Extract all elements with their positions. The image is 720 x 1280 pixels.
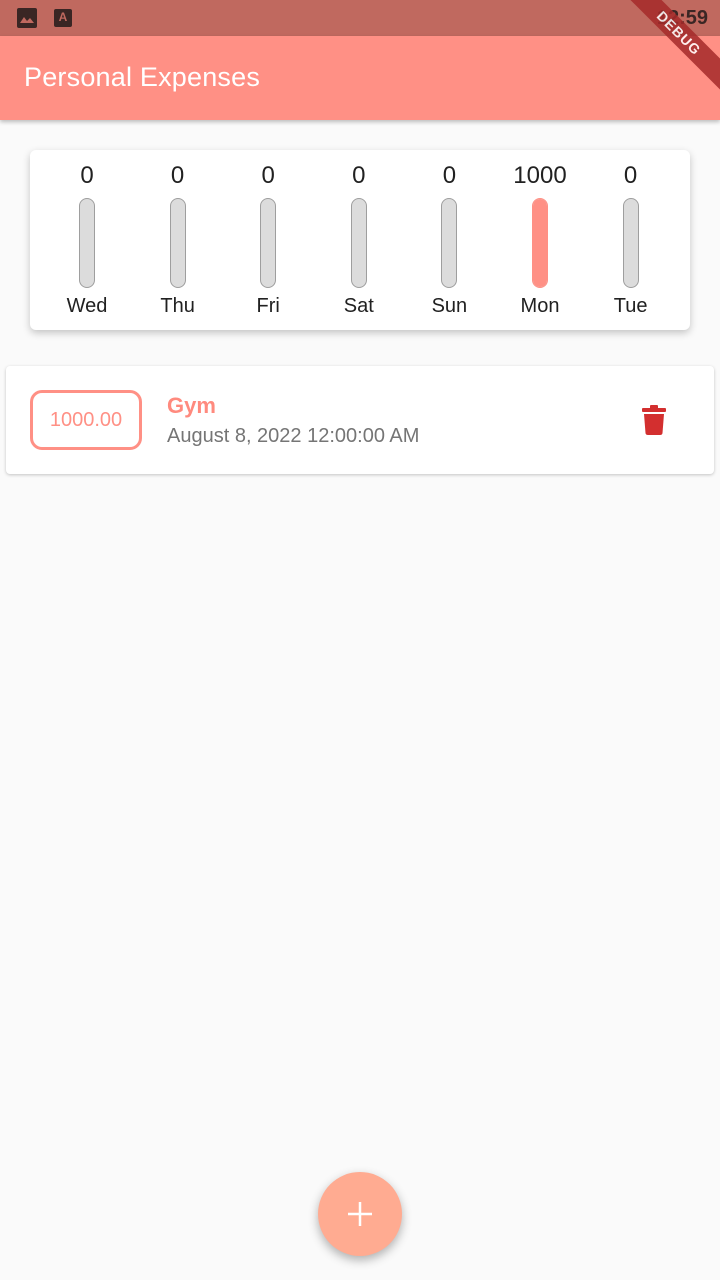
chart-bar-track: [350, 198, 367, 288]
chart-bar-track: [532, 198, 548, 288]
chart-bar-column-mon: 1000 Mon: [495, 150, 585, 330]
chart-bar-amount: 0: [170, 162, 185, 189]
status-bar: A 12:59: [0, 0, 720, 36]
chart-bar-track: [441, 198, 458, 288]
chart-bar-day-label: Mon: [520, 295, 560, 317]
chart-bar-track: [79, 198, 95, 288]
page-title: Personal Expenses: [24, 62, 261, 92]
weekly-chart-card: 0 Wed 0 Thu 0 Fri 0 Sat 0 Sun 1000 Mon 0 Tue: [30, 150, 690, 330]
chart-bar-column-thu: 0 Thu: [133, 150, 223, 330]
chart-bar-day-label: Sat: [343, 295, 374, 317]
chart-bar-day-label: Fri: [256, 295, 280, 317]
chart-bar-column-fri: 0 Fri: [223, 150, 313, 330]
chart-bar-day-label: Wed: [66, 295, 108, 317]
chart-bar-amount: 0: [80, 162, 94, 189]
chart-bar-track: [169, 198, 186, 288]
transaction-amount-badge: 1000.00: [30, 390, 142, 450]
chart-bars: 0 Wed 0 Thu 0 Fri 0 Sat 0 Sun 1000 Mon 0 Tue: [30, 150, 690, 330]
chart-bar-day-label: Thu: [160, 295, 195, 317]
transaction-title: Gym: [167, 393, 216, 418]
chart-bar-amount: 1000: [513, 162, 567, 189]
chart-bar-fill: [533, 199, 547, 287]
app-bar: Personal Expenses: [0, 36, 720, 120]
chart-bar-column-sun: 0 Sun: [404, 150, 494, 330]
font-icon: A: [54, 9, 72, 27]
chart-bar-track: [260, 198, 277, 288]
add-icon: [348, 1202, 372, 1226]
transaction-item: 1000.00 Gym August 8, 2022 12:00:00 AM: [6, 366, 714, 474]
add-transaction-button[interactable]: [318, 1172, 402, 1256]
chart-bar-day-label: Tue: [613, 295, 648, 317]
delete-icon: [642, 405, 666, 435]
chart-bar-column-wed: 0 Wed: [42, 150, 132, 330]
chart-bar-amount: 0: [352, 162, 366, 189]
gallery-icon: [17, 8, 37, 28]
chart-bar-amount: 0: [442, 162, 457, 189]
delete-transaction-button[interactable]: [634, 400, 674, 440]
chart-bar-track: [622, 198, 639, 288]
app-screen: A 12:59 Personal Expenses DEBUG 0 Wed 0 Thu…: [0, 0, 720, 1280]
chart-bar-column-tue: 0 Tue: [586, 150, 676, 330]
chart-bar-amount: 0: [623, 162, 638, 189]
chart-bar-day-label: Sun: [431, 295, 468, 317]
chart-bar-column-sat: 0 Sat: [314, 150, 404, 330]
chart-bar-amount: 0: [261, 162, 275, 189]
transaction-date: August 8, 2022 12:00:00 AM: [167, 425, 420, 447]
